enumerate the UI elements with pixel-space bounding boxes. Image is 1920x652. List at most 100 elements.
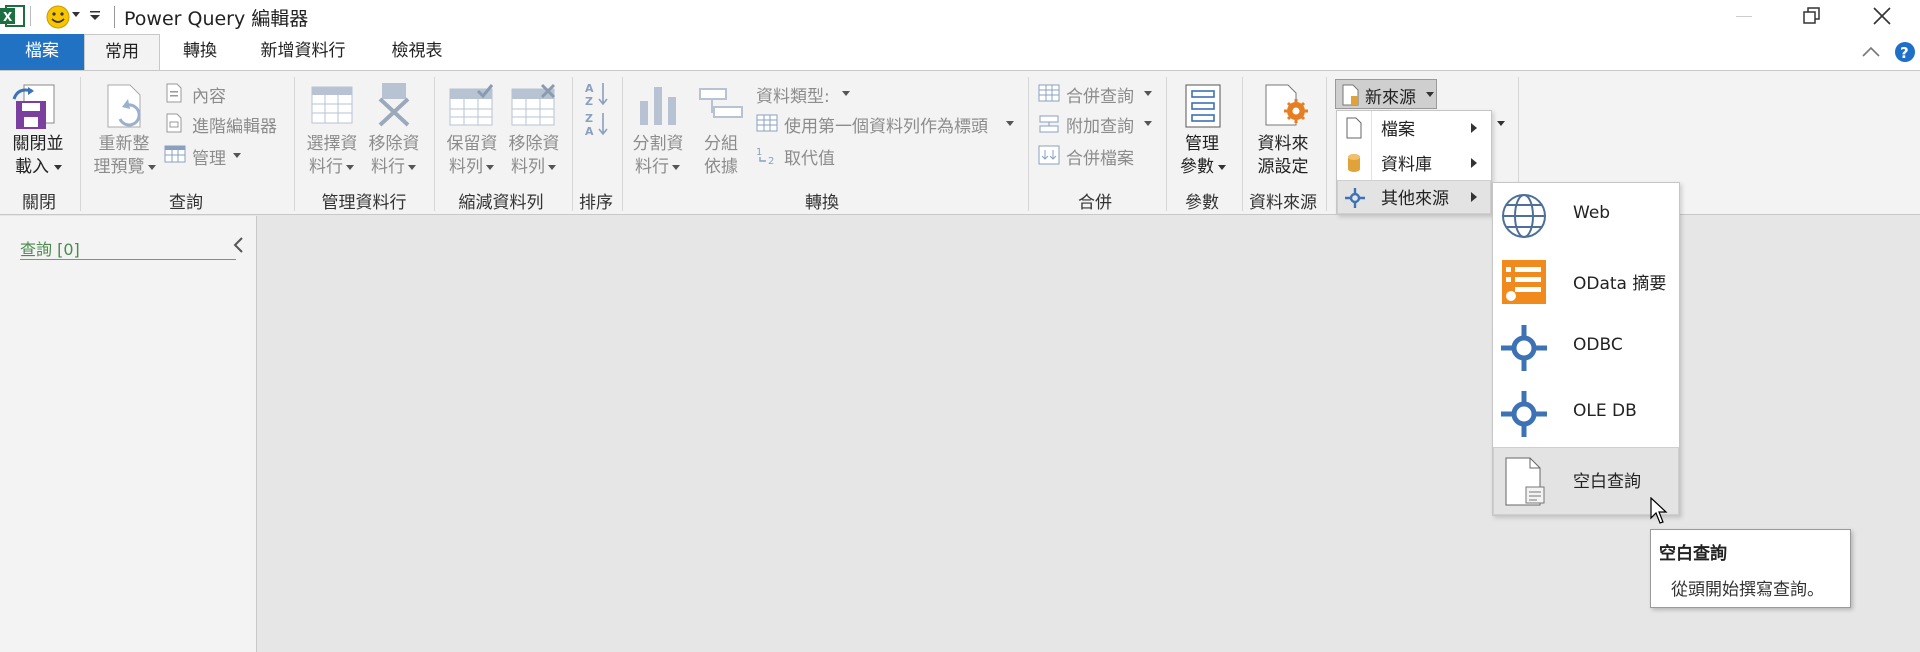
data-source-settings-icon[interactable] (1264, 83, 1310, 129)
tab-view[interactable]: 檢視表 (376, 34, 458, 70)
tab-transform[interactable]: 轉換 (168, 34, 232, 70)
use-first-row-label[interactable]: 使用第一個資料列作為標頭 (784, 112, 988, 137)
data-source-settings-label-2[interactable]: 源設定 (1250, 156, 1316, 179)
keep-rows-icon[interactable] (448, 83, 494, 127)
split-column-label-1[interactable]: 分割資 (626, 133, 690, 156)
sort-descending-icon[interactable]: ZA (585, 111, 609, 137)
merge-queries-label[interactable]: 合併查詢 (1066, 82, 1134, 107)
refresh-preview-label-1[interactable]: 重新整 (86, 133, 162, 156)
menu-item-file[interactable]: 檔案 (1337, 111, 1491, 145)
choose-columns-icon[interactable] (310, 85, 354, 125)
properties-label[interactable]: 內容 (192, 82, 226, 107)
choose-columns-label-1[interactable]: 選擇資 (300, 133, 364, 156)
group-divider (294, 77, 295, 211)
chevron-down-icon[interactable] (1497, 121, 1505, 127)
manage-label[interactable]: 管理 (192, 144, 226, 169)
remove-columns-label-1[interactable]: 移除資 (362, 133, 426, 156)
manage-parameters-icon[interactable] (1184, 83, 1222, 129)
new-source-menu: 檔案 資料庫 其他來源 (1336, 110, 1492, 215)
svg-text:Z: Z (585, 95, 593, 107)
svg-text:2: 2 (768, 156, 774, 165)
group-divider (434, 77, 435, 211)
queries-label[interactable]: 查詢 [0] (20, 236, 80, 260)
refresh-preview-icon[interactable] (100, 83, 148, 131)
collapse-ribbon-icon[interactable] (1862, 46, 1880, 58)
tab-file[interactable]: 檔案 (0, 34, 84, 70)
minimize-button[interactable] (1736, 16, 1752, 17)
chevron-down-icon (1426, 92, 1434, 98)
chevron-down-icon (842, 91, 850, 97)
properties-icon[interactable] (164, 83, 184, 103)
menu-item-odbc-label: ODBC (1573, 335, 1623, 355)
new-source-button[interactable]: 新來源 (1335, 79, 1437, 109)
advanced-editor-icon[interactable] (164, 113, 184, 133)
append-queries-label[interactable]: 附加查詢 (1066, 112, 1134, 137)
group-label-close: 關閉 (22, 193, 56, 213)
remove-rows-icon[interactable] (510, 83, 556, 127)
refresh-preview-label-2[interactable]: 理預覽 (86, 156, 152, 179)
replace-values-label[interactable]: 取代值 (784, 144, 835, 169)
merge-queries-icon[interactable] (1038, 83, 1060, 103)
ribbon-tabs: 檔案 常用 轉換 新增資料行 檢視表 ? (0, 34, 1920, 71)
group-by-label-1[interactable]: 分組 (696, 133, 746, 156)
chevron-down-icon (148, 165, 156, 171)
data-type-label[interactable]: 資料類型: (756, 82, 830, 107)
svg-text:Z: Z (585, 112, 593, 125)
combine-files-icon[interactable] (1038, 145, 1060, 165)
menu-item-oledb[interactable]: OLE DB (1493, 381, 1679, 447)
data-source-settings-label-1[interactable]: 資料來 (1250, 133, 1316, 156)
smiley-icon[interactable] (46, 5, 70, 29)
menu-item-blank-query-label: 空白查詢 (1573, 472, 1641, 492)
advanced-editor-label[interactable]: 進階編輯器 (192, 112, 277, 137)
replace-values-icon[interactable]: 12 (756, 145, 780, 165)
customize-quick-access-icon[interactable] (90, 11, 100, 21)
group-divider (1028, 77, 1029, 211)
collapse-pane-icon[interactable] (232, 237, 244, 253)
close-and-load-icon[interactable] (12, 83, 60, 131)
title-bar: X Power Query 編輯器 (0, 0, 1920, 34)
chevron-down-icon (548, 165, 556, 171)
group-divider (1326, 77, 1327, 211)
remove-rows-label-2[interactable]: 料列 (502, 156, 554, 179)
keep-rows-label-1[interactable]: 保留資 (440, 133, 504, 156)
menu-item-web-label: Web (1573, 203, 1611, 223)
menu-item-other-sources[interactable]: 其他來源 (1337, 180, 1491, 214)
chevron-down-icon (233, 153, 241, 159)
close-and-load-label-2[interactable]: 載入 (6, 156, 58, 179)
close-window-button[interactable] (1873, 7, 1891, 25)
group-divider (80, 77, 81, 211)
remove-columns-icon[interactable] (374, 81, 414, 127)
split-column-label-2[interactable]: 料行 (626, 156, 678, 179)
combine-files-label[interactable]: 合併檔案 (1066, 144, 1134, 169)
tab-home[interactable]: 常用 (84, 34, 160, 71)
menu-item-odbc[interactable]: ODBC (1493, 315, 1679, 381)
group-label-data-source: 資料來源 (1249, 193, 1317, 213)
manage-parameters-label-2[interactable]: 參數 (1172, 156, 1222, 179)
window-title: Power Query 編輯器 (124, 8, 309, 30)
tab-add-column[interactable]: 新增資料行 (246, 34, 360, 70)
choose-columns-label-2[interactable]: 料行 (300, 156, 352, 179)
keep-rows-label-2[interactable]: 料列 (440, 156, 492, 179)
menu-item-file-label: 檔案 (1381, 120, 1415, 140)
use-first-row-icon[interactable] (756, 114, 778, 132)
append-queries-icon[interactable] (1038, 114, 1060, 134)
svg-text:A: A (585, 82, 594, 95)
sort-ascending-icon[interactable]: AZ (585, 81, 609, 107)
restore-button[interactable] (1803, 7, 1821, 25)
remove-columns-label-2[interactable]: 料行 (362, 156, 414, 179)
menu-item-database[interactable]: 資料庫 (1337, 145, 1491, 180)
svg-text:X: X (3, 10, 13, 24)
manage-parameters-label-1[interactable]: 管理 (1172, 133, 1232, 156)
close-and-load-label-1[interactable]: 關閉並 (6, 133, 70, 156)
split-column-icon[interactable] (636, 83, 680, 127)
menu-item-oledb-label: OLE DB (1573, 401, 1637, 421)
help-icon[interactable]: ? (1894, 41, 1916, 63)
remove-rows-label-1[interactable]: 移除資 (502, 133, 566, 156)
odata-feed-icon (1501, 259, 1547, 305)
smiley-dropdown-icon[interactable] (72, 12, 80, 18)
menu-item-web[interactable]: Web (1493, 183, 1679, 249)
group-by-label-2[interactable]: 依據 (696, 156, 746, 179)
manage-icon[interactable] (164, 145, 186, 163)
menu-item-odata[interactable]: OData 摘要 (1493, 249, 1679, 315)
group-by-icon[interactable] (698, 85, 744, 125)
